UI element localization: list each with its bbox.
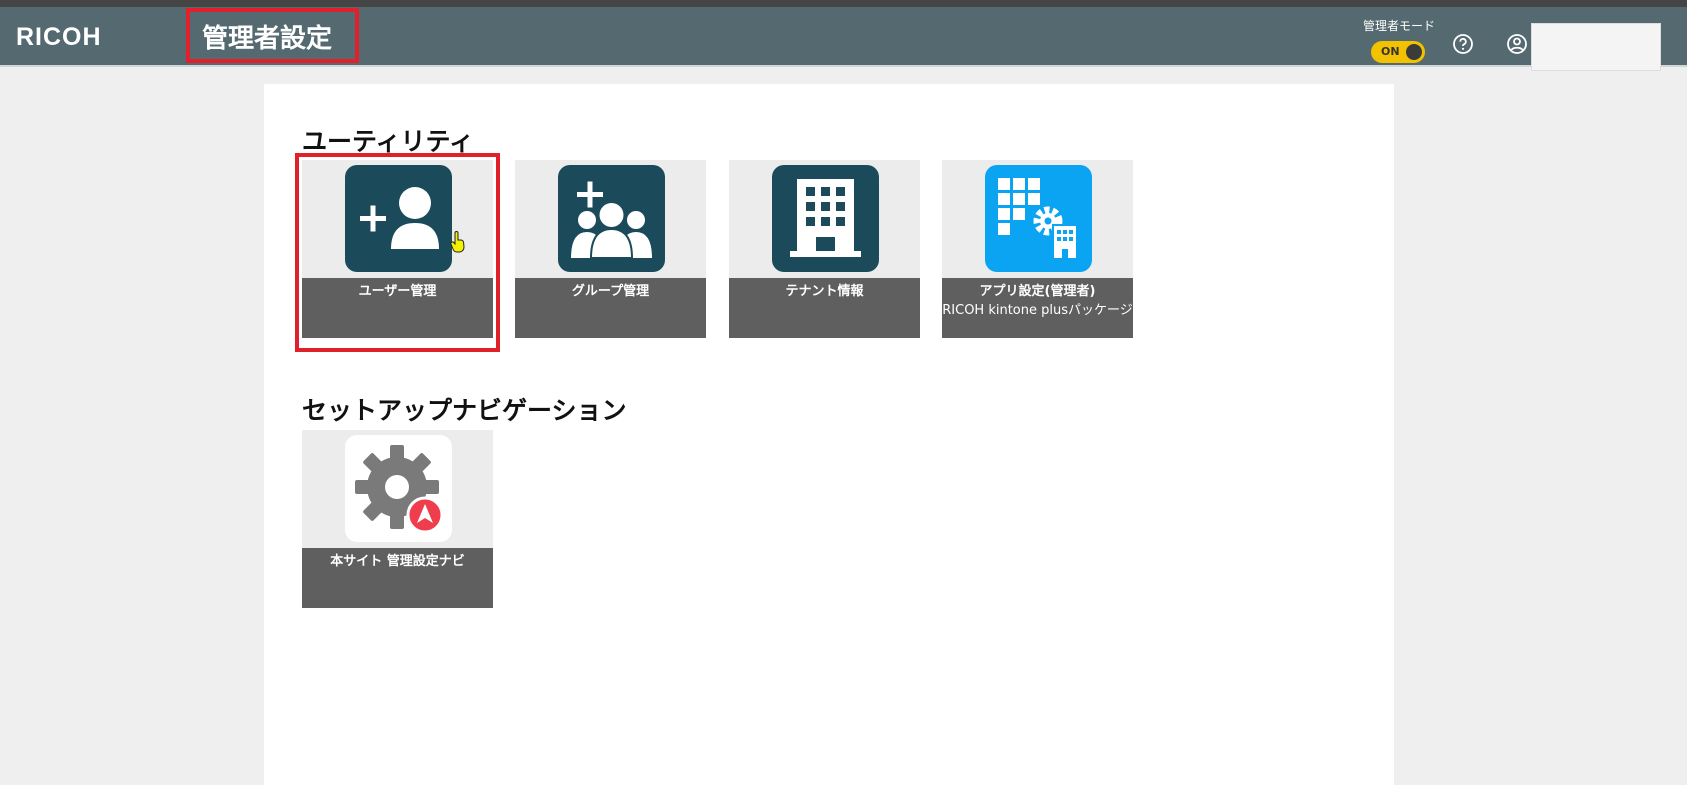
tile-group-management[interactable]: グループ管理 [515, 160, 706, 338]
tile-label-area: テナント情報 [729, 278, 920, 338]
tile-setup-navi[interactable]: 本サイト 管理設定ナビ [302, 430, 493, 608]
window-top-strip [0, 0, 1687, 7]
tile-tenant-info[interactable]: テナント情報 [729, 160, 920, 338]
tile-label: 本サイト 管理設定ナビ [330, 554, 465, 569]
tile-label: アプリ設定(管理者) [979, 284, 1096, 299]
admin-mode-toggle[interactable]: ON [1371, 41, 1425, 63]
page-title: 管理者設定 [202, 24, 333, 54]
tile-app-settings[interactable]: アプリ設定(管理者) RICOH kintone plusパッケージ [942, 160, 1133, 338]
tile-label: グループ管理 [571, 284, 650, 299]
gear-navigation-icon [345, 435, 452, 542]
user-icon[interactable] [1506, 33, 1528, 55]
section-title-setup: セットアップナビゲーション [302, 396, 627, 425]
add-group-icon [558, 165, 665, 272]
help-icon[interactable] [1452, 33, 1474, 55]
building-icon [772, 165, 879, 272]
toggle-knob [1406, 44, 1422, 60]
tile-sublabel: RICOH kintone plusパッケージ [942, 303, 1133, 318]
tile-label-area: 本サイト 管理設定ナビ [302, 548, 493, 608]
user-name-field[interactable] [1531, 23, 1661, 71]
hand-cursor-icon [450, 231, 465, 253]
tile-label: テナント情報 [785, 284, 864, 299]
tile-label-area: グループ管理 [515, 278, 706, 338]
ricoh-logo: RICOH [16, 23, 102, 51]
admin-mode-label: 管理者モード [1363, 19, 1436, 33]
tile-highlight-box [295, 153, 500, 352]
tile-label-area: アプリ設定(管理者) RICOH kintone plusパッケージ [942, 278, 1133, 338]
admin-mode-state: ON [1381, 45, 1400, 58]
app-settings-icon [985, 165, 1092, 272]
